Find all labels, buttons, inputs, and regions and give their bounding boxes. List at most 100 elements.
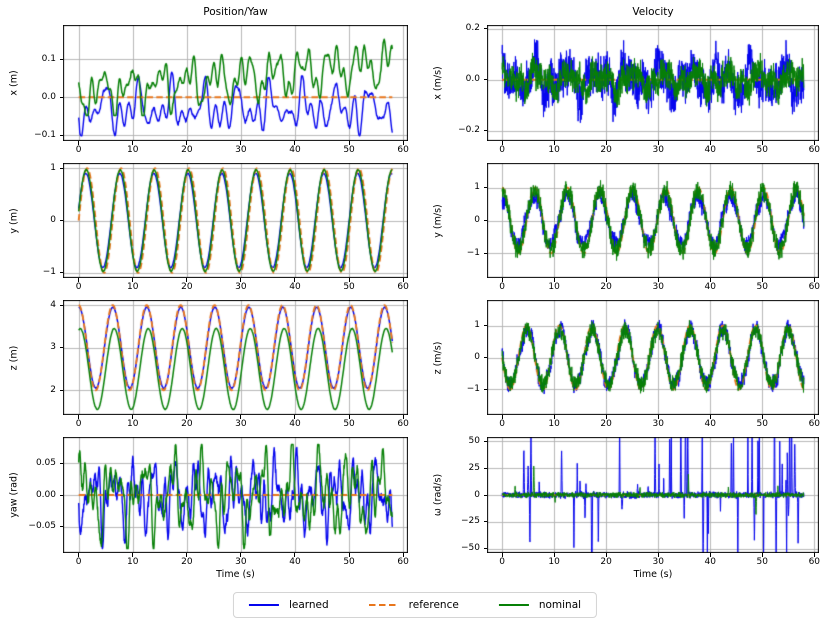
y-tick-mark [483, 388, 487, 390]
chart-title: Position/Yaw [203, 6, 268, 18]
x-tick-mark [240, 553, 242, 557]
x-tick-label: 60 [397, 282, 409, 292]
y-tick-mark [59, 347, 63, 349]
x-tick-mark [761, 278, 763, 282]
legend-label: reference [408, 599, 459, 611]
x-tick-mark [240, 278, 242, 282]
x-tick-label: 50 [343, 557, 355, 567]
x-tick-mark [294, 278, 296, 282]
x-tick-label: 10 [127, 145, 139, 155]
subplot-y-m [63, 163, 408, 278]
x-tick-mark [709, 553, 711, 557]
y-tick-mark [59, 58, 63, 60]
x-tick-label: 50 [756, 557, 768, 567]
x-tick-label: 0 [75, 282, 82, 292]
y-tick-mark [483, 548, 487, 550]
y-tick-mark [59, 389, 63, 391]
x-tick-label: 40 [704, 557, 716, 567]
y-tick-label: 0.2 [465, 23, 480, 34]
x-tick-label: 40 [289, 145, 301, 155]
x-tick-mark [132, 278, 134, 282]
x-tick-mark [605, 415, 607, 419]
x-tick-label: 10 [127, 419, 139, 429]
y-tick-mark [483, 28, 487, 30]
x-tick-mark [709, 141, 711, 145]
x-tick-label: 0 [75, 557, 82, 567]
x-tick-mark [78, 141, 80, 145]
y-tick-mark [483, 220, 487, 221]
y-tick-label: −0.05 [28, 521, 56, 532]
x-tick-label: 10 [548, 282, 560, 292]
x-tick-mark [240, 415, 242, 419]
y-tick-mark [59, 96, 63, 98]
y-tick-mark [483, 440, 487, 442]
y-tick-label: 0 [474, 352, 480, 362]
y-tick-mark [483, 467, 487, 469]
subplot-x-m-s [487, 25, 819, 141]
x-tick-label: 20 [181, 419, 193, 429]
y-tick-label: 0.0 [41, 91, 56, 102]
x-tick-mark [402, 278, 404, 282]
legend-label: learned [288, 599, 329, 611]
y-tick-label: 1 [474, 320, 480, 331]
x-tick-label: 0 [499, 282, 505, 292]
x-tick-label: 30 [235, 557, 247, 567]
x-tick-mark [348, 278, 350, 282]
x-tick-label: 60 [397, 145, 409, 155]
y-tick-label: −1 [42, 267, 56, 278]
y-tick-label: 0.0 [465, 74, 480, 85]
x-axis-label: Time (s) [633, 569, 673, 580]
x-tick-label: 40 [704, 282, 716, 292]
subplot-z-m-s [487, 300, 819, 415]
subplot-rad-s [487, 437, 819, 553]
x-tick-mark [605, 141, 607, 145]
y-tick-label: 0 [50, 215, 56, 225]
x-tick-mark [132, 415, 134, 419]
y-tick-mark [59, 220, 63, 221]
legend: learned reference nominal [232, 592, 598, 618]
x-tick-label: 0 [499, 145, 505, 155]
x-tick-label: 50 [343, 419, 355, 429]
x-tick-label: 60 [808, 419, 821, 429]
x-tick-mark [402, 415, 404, 419]
x-tick-label: 30 [235, 145, 247, 155]
x-tick-mark [78, 553, 80, 557]
y-tick-mark [483, 130, 487, 132]
x-tick-mark [78, 278, 80, 282]
x-tick-mark [348, 415, 350, 419]
y-tick-mark [59, 134, 63, 136]
y-tick-label: 1 [474, 182, 480, 193]
x-tick-mark [186, 141, 188, 145]
x-tick-mark [402, 553, 404, 557]
x-tick-label: 20 [181, 557, 193, 567]
x-tick-label: 30 [652, 419, 664, 429]
y-tick-mark [483, 521, 487, 523]
x-tick-label: 10 [548, 557, 560, 567]
y-tick-label: 1 [50, 162, 56, 173]
subplot-yaw-rad [63, 437, 408, 553]
x-tick-label: 30 [652, 282, 664, 292]
x-tick-mark [132, 553, 134, 557]
y-tick-mark [483, 79, 487, 81]
legend-item-learned: learned [248, 599, 329, 611]
y-tick-label: 2 [50, 384, 56, 395]
x-tick-mark [501, 141, 503, 145]
x-tick-mark [186, 415, 188, 419]
subplot-y-m-s [487, 163, 819, 278]
legend-line-nominal [498, 603, 529, 607]
y-tick-label: 4 [50, 299, 56, 310]
x-tick-mark [186, 278, 188, 282]
x-tick-mark [294, 553, 296, 557]
x-tick-mark [709, 415, 711, 419]
x-tick-mark [553, 141, 555, 145]
x-tick-label: 10 [127, 557, 139, 567]
x-tick-mark [294, 141, 296, 145]
y-tick-mark [59, 167, 63, 169]
x-tick-mark [813, 553, 815, 557]
x-tick-mark [132, 141, 134, 145]
x-tick-mark [657, 415, 659, 419]
y-tick-label: 25 [468, 462, 480, 473]
x-tick-mark [402, 141, 404, 145]
y-tick-label: 0.05 [35, 457, 56, 468]
x-tick-label: 30 [652, 557, 664, 567]
